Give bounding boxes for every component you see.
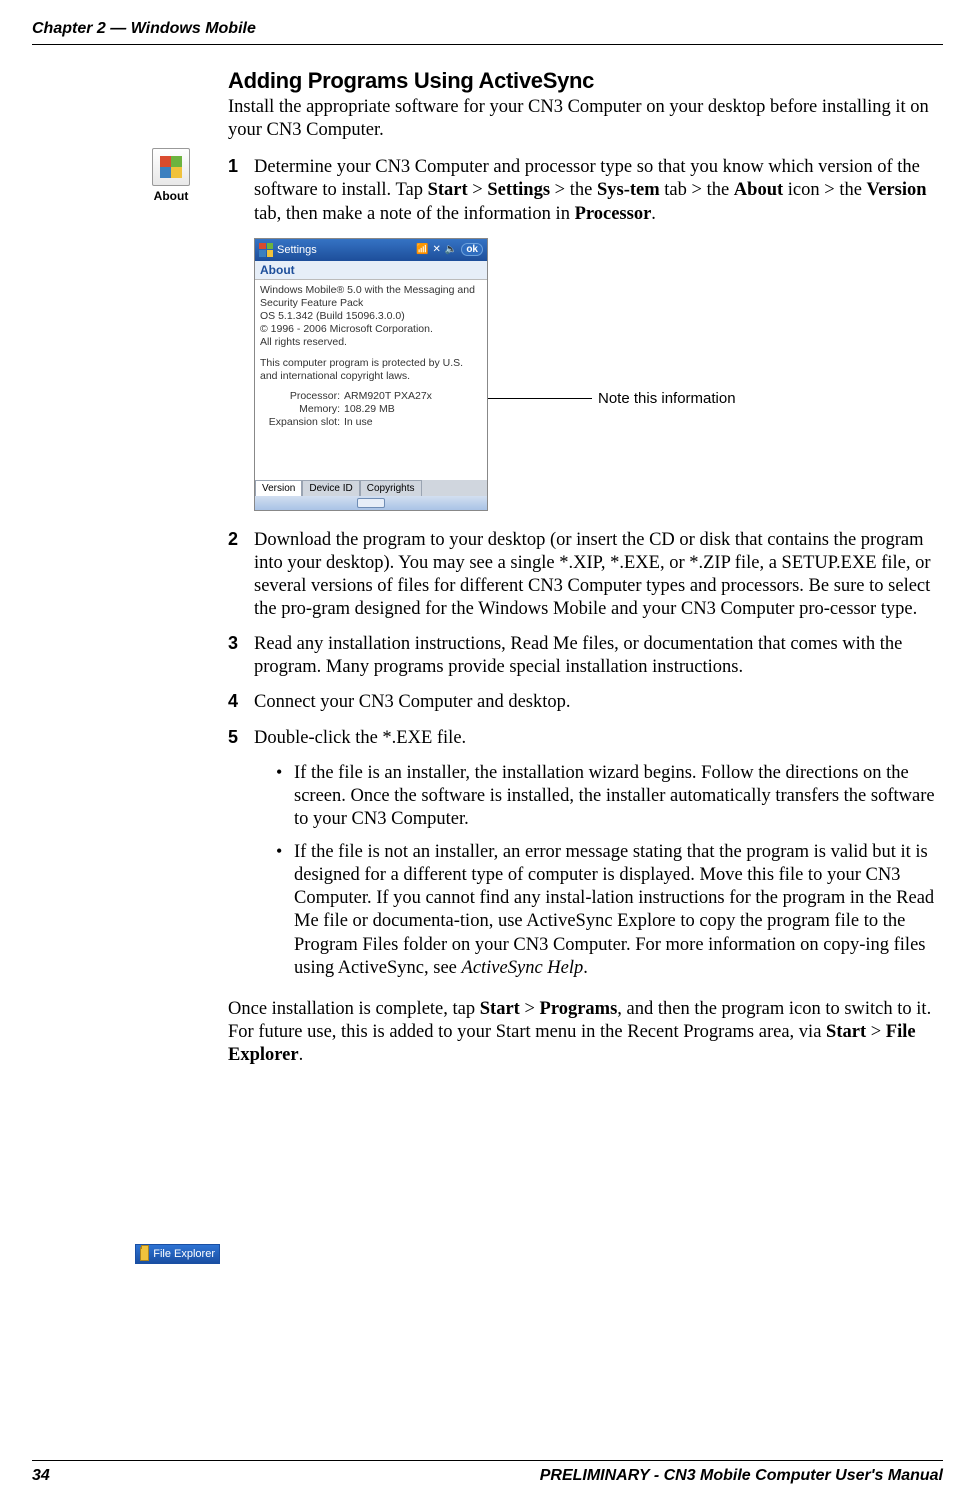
footer: 34 PRELIMINARY - CN3 Mobile Computer Use…	[32, 1467, 943, 1485]
ok-button[interactable]: ok	[461, 243, 483, 256]
callout-line	[488, 398, 592, 399]
text: .	[583, 958, 588, 978]
page-number: 34	[32, 1467, 50, 1485]
text: >	[520, 999, 540, 1019]
step-5: 5 Double-click the *.EXE file.	[228, 727, 948, 750]
step-2: 2 Download the program to your desktop (…	[228, 529, 948, 622]
ui-ref: Programs	[540, 999, 618, 1019]
ui-ref: Processor	[575, 204, 652, 224]
bullet-item: • If the file is not an installer, an er…	[276, 841, 948, 980]
tab-bar: Version Device ID Copyrights	[255, 480, 487, 496]
about-icon-callout: About	[142, 148, 200, 203]
callout-text: Note this information	[598, 390, 736, 407]
ui-ref: Start	[480, 999, 520, 1019]
about-icon	[152, 148, 190, 186]
label: Processor:	[260, 390, 340, 403]
processor-row: Processor: ARM920T PXA27x	[260, 390, 482, 403]
bullet-body: If the file is not an installer, an erro…	[294, 841, 948, 980]
text: If the file is not an installer, an erro…	[294, 842, 934, 978]
titlebar: Settings 📶 ✕ 🔈 ok	[255, 239, 487, 261]
sip-bar	[255, 496, 487, 510]
text: tab > the	[660, 180, 734, 200]
titlebar-text: Settings	[277, 244, 317, 256]
bullet-body: If the file is an installer, the install…	[294, 762, 948, 831]
ui-ref: Version	[867, 180, 927, 200]
step-number: 2	[228, 529, 254, 622]
network-icon: ✕	[432, 244, 440, 255]
manual-name: PRELIMINARY - CN3 Mobile Computer User's…	[540, 1467, 943, 1485]
text: Once installation is complete, tap	[228, 999, 480, 1019]
file-explorer-button: File Explorer	[135, 1244, 220, 1264]
value: In use	[344, 416, 373, 428]
tab-device-id[interactable]: Device ID	[302, 480, 359, 496]
tab-copyrights[interactable]: Copyrights	[360, 480, 422, 496]
rights-line: All rights reserved.	[260, 336, 482, 349]
chapter-header: Chapter 2 — Windows Mobile	[32, 20, 256, 38]
text: .	[299, 1045, 304, 1065]
step-number: 5	[228, 727, 254, 750]
os-line: Windows Mobile® 5.0 with the Messaging a…	[260, 284, 482, 310]
ui-ref: About	[734, 180, 783, 200]
step-body: Double-click the *.EXE file.	[254, 727, 948, 750]
step-number: 1	[228, 156, 254, 225]
step-number: 4	[228, 691, 254, 714]
ui-ref: Sys-tem	[597, 180, 660, 200]
speaker-icon: 🔈	[445, 244, 457, 255]
value: 108.29 MB	[344, 403, 395, 415]
reference: ActiveSync Help	[462, 958, 584, 978]
copyright-line: © 1996 - 2006 Microsoft Corporation.	[260, 323, 482, 336]
ui-ref: Start	[826, 1022, 866, 1042]
text: .	[651, 204, 656, 224]
about-body: Windows Mobile® 5.0 with the Messaging a…	[255, 280, 487, 480]
wm-settings-about-window: Settings 📶 ✕ 🔈 ok About Windows Mobile® …	[254, 238, 488, 511]
text: tab, then make a note of the information…	[254, 204, 575, 224]
tab-title: About	[255, 261, 487, 280]
header-rule	[32, 44, 943, 45]
file-explorer-callout: File Explorer	[135, 1244, 220, 1264]
section-title: Adding Programs Using ActiveSync	[228, 68, 948, 94]
section-intro: Install the appropriate software for you…	[228, 96, 948, 142]
step-3: 3 Read any installation instructions, Re…	[228, 633, 948, 679]
bullet-item: • If the file is an installer, the insta…	[276, 762, 948, 831]
embedded-screenshot: Settings 📶 ✕ 🔈 ok About Windows Mobile® …	[254, 238, 948, 511]
signal-icon: 📶	[416, 244, 428, 255]
text: >	[468, 180, 488, 200]
text: icon > the	[783, 180, 866, 200]
windows-flag-icon	[160, 156, 182, 178]
expansion-row: Expansion slot: In use	[260, 416, 482, 429]
final-paragraph: Once installation is complete, tap Start…	[228, 998, 948, 1067]
footer-rule	[32, 1460, 943, 1461]
step-4: 4 Connect your CN3 Computer and desktop.	[228, 691, 948, 714]
build-line: OS 5.1.342 (Build 15096.3.0.0)	[260, 310, 482, 323]
bullet-marker: •	[276, 762, 294, 831]
step-body: Download the program to your desktop (or…	[254, 529, 948, 622]
label: Expansion slot:	[260, 416, 340, 429]
text: >	[866, 1022, 886, 1042]
start-icon	[259, 243, 273, 257]
keyboard-icon[interactable]	[357, 498, 385, 508]
step-body: Read any installation instructions, Read…	[254, 633, 948, 679]
protection-line: This computer program is protected by U.…	[260, 357, 482, 383]
about-icon-label: About	[142, 189, 200, 203]
label: Memory:	[260, 403, 340, 416]
step-number: 3	[228, 633, 254, 679]
memory-row: Memory: 108.29 MB	[260, 403, 482, 416]
tab-version[interactable]: Version	[255, 480, 302, 496]
bullet-marker: •	[276, 841, 294, 980]
folder-icon	[140, 1247, 149, 1261]
step-1: 1 Determine your CN3 Computer and proces…	[228, 156, 948, 225]
ui-ref: Start	[428, 180, 468, 200]
text: > the	[550, 180, 597, 200]
step-body: Connect your CN3 Computer and desktop.	[254, 691, 948, 714]
step-body: Determine your CN3 Computer and processo…	[254, 156, 948, 225]
value: ARM920T PXA27x	[344, 390, 432, 402]
file-explorer-label: File Explorer	[153, 1248, 215, 1260]
ui-ref: Settings	[487, 180, 550, 200]
